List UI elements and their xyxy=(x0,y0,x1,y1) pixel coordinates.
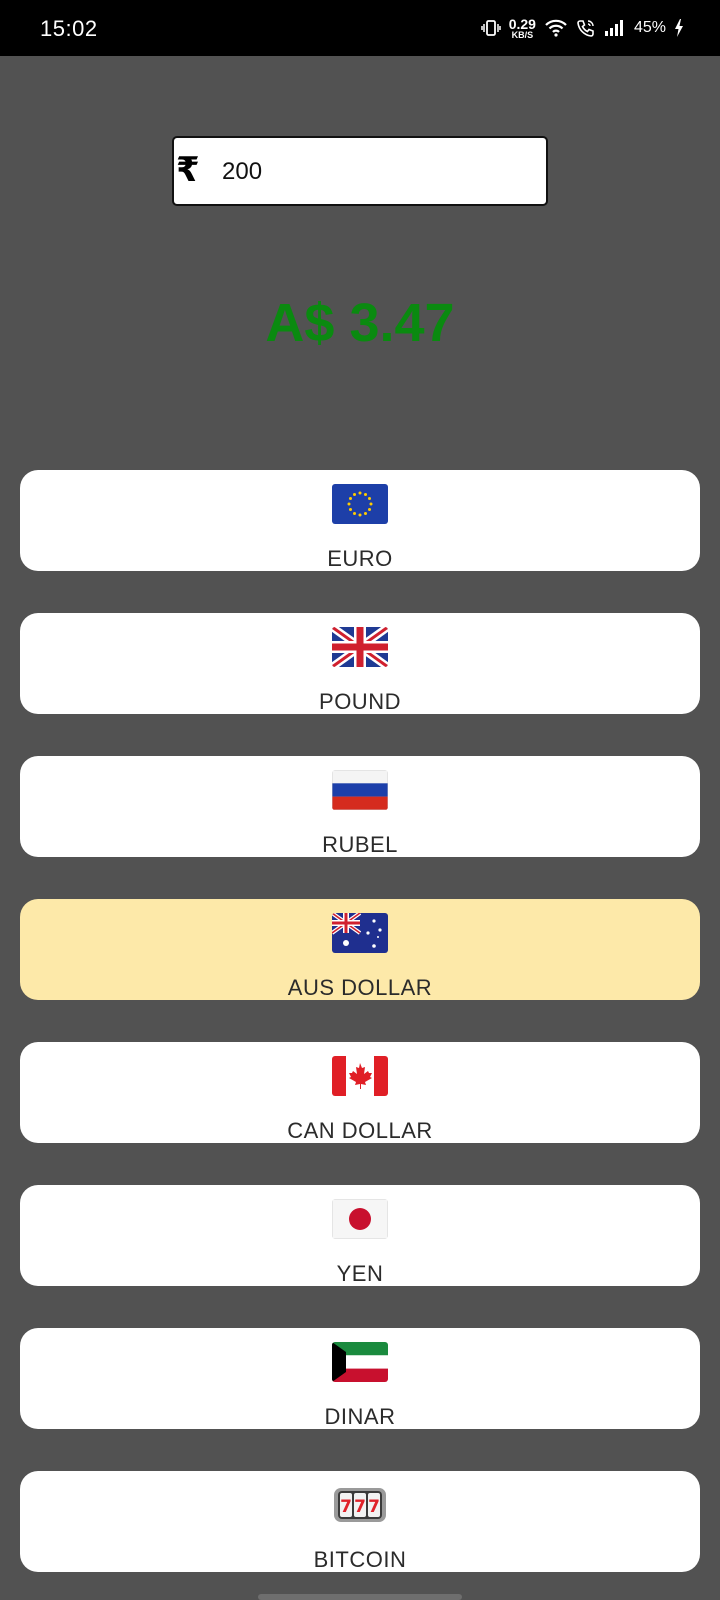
wifi-calling-icon xyxy=(576,18,596,38)
currency-label: EURO xyxy=(327,546,393,571)
battery-percent: 45% xyxy=(633,19,666,36)
signal-icon xyxy=(604,19,626,37)
russia-flag-icon xyxy=(332,770,388,810)
status-time: 15:02 xyxy=(40,16,98,41)
svg-text:7: 7 xyxy=(340,1497,352,1517)
canada-flag-icon xyxy=(332,1056,388,1096)
kuwait-flag-icon xyxy=(332,1342,388,1382)
status-bar: 15:02 0.29 KB/S 45% xyxy=(0,0,720,56)
japan-flag-icon xyxy=(332,1199,388,1239)
currency-label: BITCOIN xyxy=(313,1547,407,1572)
dinar-button[interactable]: DINAR xyxy=(20,1328,700,1429)
navigation-handle[interactable] xyxy=(258,1594,462,1600)
uk-flag-icon xyxy=(332,627,388,667)
network-speed-value: 0.29 xyxy=(508,15,536,32)
wifi-icon xyxy=(544,18,568,38)
network-speed-unit: KB/S xyxy=(511,29,534,40)
converted-result: A$ 3.47 xyxy=(265,293,455,353)
australia-flag-icon xyxy=(332,913,388,953)
svg-text:7: 7 xyxy=(354,1497,366,1517)
svg-text:7: 7 xyxy=(368,1497,380,1517)
yen-button[interactable]: YEN xyxy=(20,1185,700,1286)
charging-icon xyxy=(674,19,684,37)
network-speed: 0.29 KB/S xyxy=(509,17,536,40)
euro-button[interactable]: EURO xyxy=(20,470,700,571)
currency-label: POUND xyxy=(319,689,401,714)
aus-dollar-button[interactable]: AUS DOLLAR xyxy=(20,899,700,1000)
currency-label: AUS DOLLAR xyxy=(287,975,433,1000)
currency-label: CAN DOLLAR xyxy=(287,1118,433,1143)
rubel-button[interactable]: RUBEL xyxy=(20,756,700,857)
status-icons: 0.29 KB/S 45% xyxy=(480,14,684,42)
bitcoin-button[interactable]: 7 7 7 BITCOIN xyxy=(20,1471,700,1572)
slot-machine-icon: 7 7 7 xyxy=(332,1485,388,1525)
currency-label: YEN xyxy=(336,1261,384,1286)
amount-input[interactable] xyxy=(220,148,534,196)
rupee-icon: ₹ xyxy=(176,150,200,190)
pound-button[interactable]: POUND xyxy=(20,613,700,714)
eu-flag-icon xyxy=(332,484,388,524)
vibrate-icon xyxy=(480,18,501,38)
amount-field[interactable]: ₹ xyxy=(172,136,548,206)
currency-label: RUBEL xyxy=(322,832,398,857)
currency-label: DINAR xyxy=(324,1404,396,1429)
can-dollar-button[interactable]: CAN DOLLAR xyxy=(20,1042,700,1143)
